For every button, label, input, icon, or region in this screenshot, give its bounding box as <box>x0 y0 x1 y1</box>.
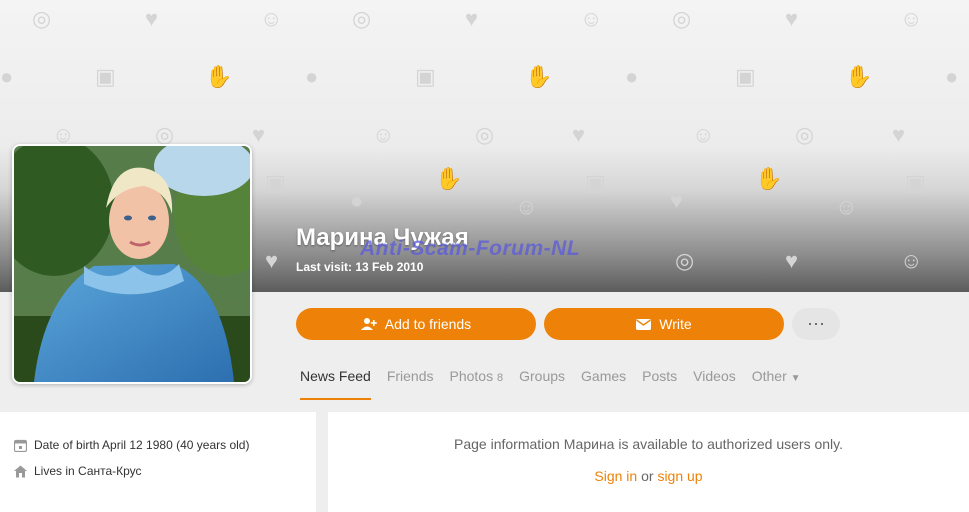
compass-icon: ◎ <box>475 122 495 147</box>
heart-icon: ♥ <box>892 122 906 147</box>
speech-bubble-icon: ● <box>0 64 14 89</box>
thumbs-up-icon: ✋ <box>845 64 873 89</box>
image-icon: ▣ <box>905 170 926 195</box>
smiley-icon: ☺ <box>372 122 395 147</box>
heart-icon: ♥ <box>785 6 799 31</box>
add-to-friends-label: Add to friends <box>384 316 472 332</box>
restricted-info-card: Page information Марина is available to … <box>328 412 969 512</box>
tab-news-feed[interactable]: News Feed <box>300 368 371 400</box>
add-friend-icon <box>360 318 377 330</box>
compass-icon: ◎ <box>32 6 52 31</box>
tab-groups[interactable]: Groups <box>519 368 565 400</box>
heart-icon: ♥ <box>265 248 279 273</box>
compass-icon: ◎ <box>155 122 175 147</box>
heart-icon: ♥ <box>252 122 266 147</box>
tab-photos-label: Photos <box>449 368 494 384</box>
profile-photo-image <box>14 146 250 382</box>
date-of-birth-text: Date of birth April 12 1980 (40 years ol… <box>34 438 250 452</box>
tab-photos[interactable]: Photos 8 <box>450 368 504 400</box>
lives-in-text: Lives in Санта-Крус <box>34 464 142 478</box>
compass-icon: ◎ <box>352 6 372 31</box>
last-visit: Last visit: 13 Feb 2010 <box>296 260 424 274</box>
speech-bubble-icon: ● <box>305 64 319 89</box>
image-icon: ▣ <box>415 64 436 89</box>
heart-icon: ♥ <box>785 248 799 273</box>
tab-other-label: Other <box>751 368 787 384</box>
write-button[interactable]: Write <box>544 308 784 340</box>
thumbs-up-icon: ✋ <box>525 64 553 89</box>
tab-games[interactable]: Games <box>581 368 626 400</box>
tab-other[interactable]: Other ▼ <box>752 368 801 400</box>
smiley-icon: ☺ <box>52 122 75 147</box>
envelope-icon <box>636 318 652 330</box>
tab-friends[interactable]: Friends <box>387 368 434 400</box>
thumbs-up-icon: ✋ <box>435 166 463 191</box>
chevron-down-icon: ▼ <box>790 373 801 384</box>
compass-icon: ◎ <box>672 6 692 31</box>
image-icon: ▣ <box>735 64 756 89</box>
image-icon: ▣ <box>95 64 116 89</box>
heart-icon: ♥ <box>465 6 479 31</box>
smiley-icon: ☺ <box>900 248 923 273</box>
sign-up-link[interactable]: sign up <box>657 468 702 484</box>
profile-photo[interactable] <box>12 144 252 384</box>
profile-nav: News Feed Friends Photos 8 Groups Games … <box>300 368 801 400</box>
thumbs-up-icon: ✋ <box>205 64 233 89</box>
home-icon <box>14 465 27 477</box>
speech-bubble-icon: ● <box>625 64 639 89</box>
speech-bubble-icon: ● <box>350 188 364 213</box>
or-text: or <box>637 468 658 484</box>
smiley-icon: ☺ <box>900 6 923 31</box>
info-card: Date of birth April 12 1980 (40 years ol… <box>0 412 316 512</box>
tab-posts[interactable]: Posts <box>642 368 677 400</box>
sign-in-link[interactable]: Sign in <box>594 468 637 484</box>
restricted-message: Page information Марина is available to … <box>454 436 843 452</box>
heart-icon: ♥ <box>572 122 586 147</box>
auth-links: Sign in or sign up <box>328 468 969 484</box>
date-of-birth: Date of birth April 12 1980 (40 years ol… <box>14 438 249 452</box>
tab-videos[interactable]: Videos <box>693 368 736 400</box>
write-label: Write <box>659 316 692 332</box>
image-icon: ▣ <box>585 170 606 195</box>
smiley-icon: ☺ <box>515 194 538 219</box>
smiley-icon: ☺ <box>692 122 715 147</box>
speech-bubble-icon: ● <box>945 64 959 89</box>
photos-count: 8 <box>496 372 504 384</box>
smiley-icon: ☺ <box>260 6 283 31</box>
smiley-icon: ☺ <box>835 194 858 219</box>
more-options-button[interactable]: ⋯ <box>792 308 840 340</box>
lives-in: Lives in Санта-Крус <box>14 464 142 478</box>
more-dots-icon: ⋯ <box>807 313 825 334</box>
smiley-icon: ☺ <box>580 6 603 31</box>
compass-icon: ◎ <box>795 122 815 147</box>
add-to-friends-button[interactable]: Add to friends <box>296 308 536 340</box>
image-icon: ▣ <box>265 170 286 195</box>
heart-icon: ♥ <box>145 6 159 31</box>
compass-icon: ◎ <box>675 248 695 273</box>
watermark: Anti-Scam-Forum-NL <box>360 237 581 260</box>
heart-icon: ♥ <box>670 188 684 213</box>
thumbs-up-icon: ✋ <box>755 166 783 191</box>
calendar-icon <box>14 439 27 452</box>
